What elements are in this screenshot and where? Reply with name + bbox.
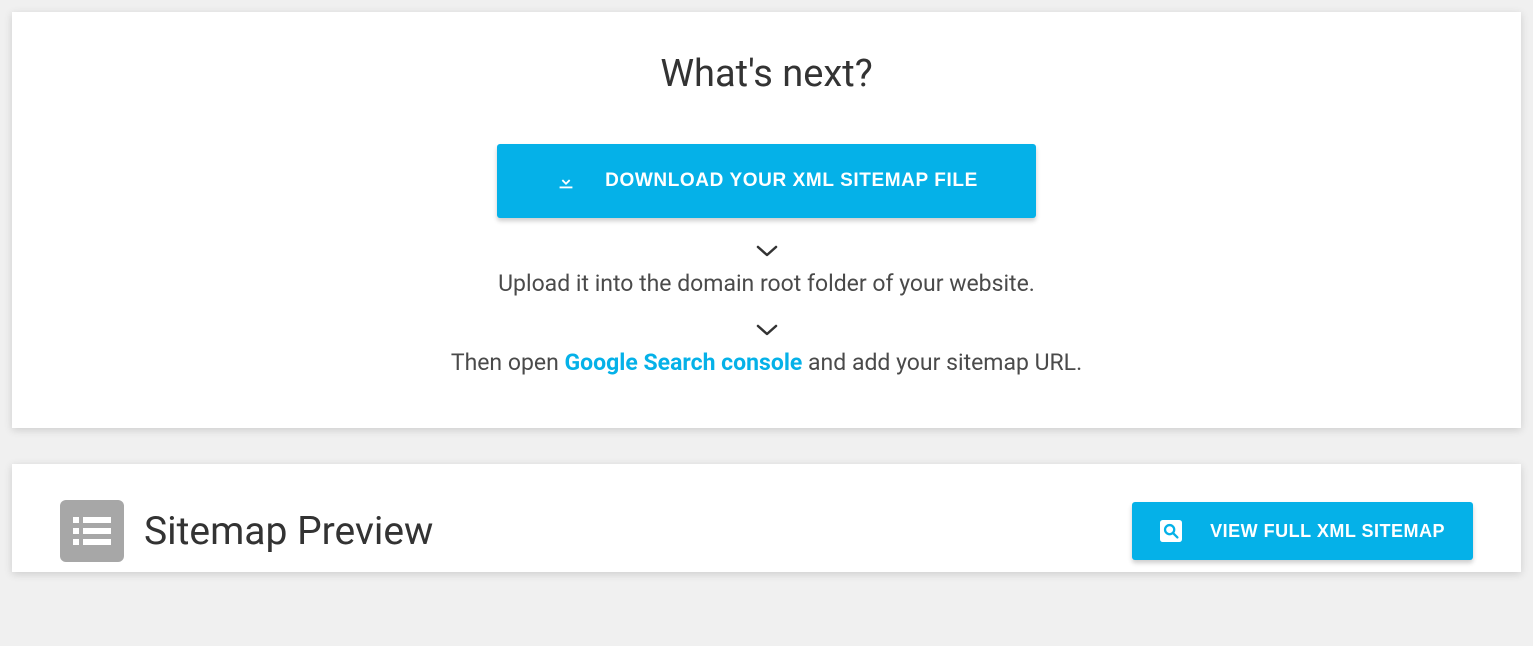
- list-icon: [60, 500, 124, 562]
- instruction-text-after: and add your sitemap URL.: [802, 349, 1082, 376]
- chevron-down-icon: [60, 323, 1473, 337]
- view-full-sitemap-button[interactable]: VIEW FULL XML SITEMAP: [1132, 502, 1473, 560]
- search-icon: [1160, 520, 1182, 542]
- chevron-down-icon: [60, 244, 1473, 258]
- whats-next-title: What's next?: [60, 52, 1473, 96]
- preview-header-left: Sitemap Preview: [60, 500, 433, 562]
- sitemap-preview-card: Sitemap Preview VIEW FULL XML SITEMAP: [12, 464, 1521, 572]
- download-sitemap-button[interactable]: DOWNLOAD YOUR XML SITEMAP FILE: [497, 144, 1036, 218]
- upload-instruction-text: Upload it into the domain root folder of…: [60, 270, 1473, 297]
- instruction-text-before: Then open: [451, 349, 565, 376]
- view-full-sitemap-label: VIEW FULL XML SITEMAP: [1210, 521, 1445, 542]
- sitemap-preview-title: Sitemap Preview: [144, 508, 433, 554]
- search-console-instruction-text: Then open Google Search console and add …: [60, 349, 1473, 376]
- whats-next-card: What's next? DOWNLOAD YOUR XML SITEMAP F…: [12, 12, 1521, 428]
- download-sitemap-label: DOWNLOAD YOUR XML SITEMAP FILE: [605, 170, 978, 192]
- download-icon: [555, 170, 577, 192]
- google-search-console-link[interactable]: Google Search console: [564, 349, 802, 376]
